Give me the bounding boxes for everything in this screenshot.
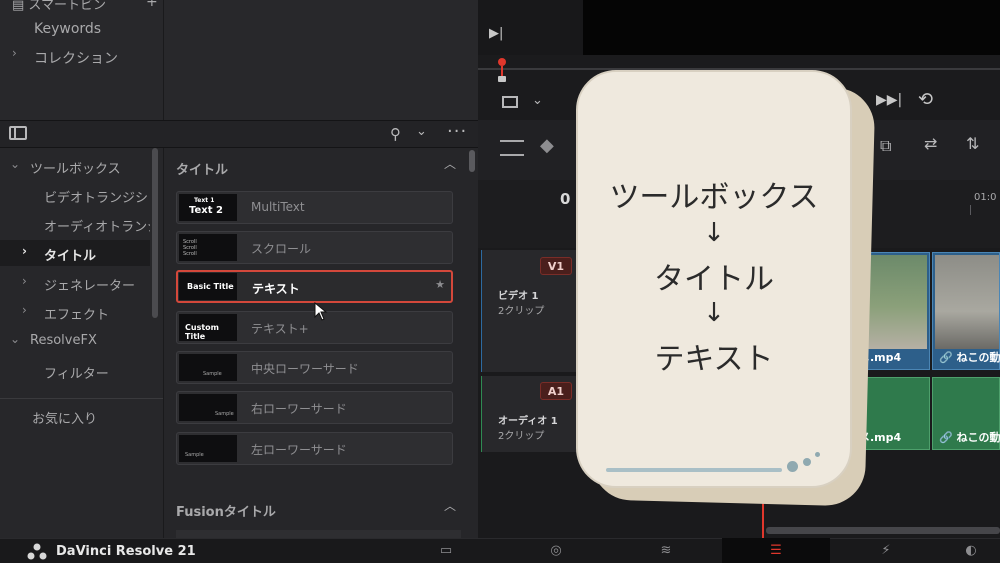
playhead-marker[interactable] — [498, 58, 506, 82]
tree-item-generators[interactable]: › ジェネレーター — [0, 270, 150, 296]
page-tab-media[interactable]: ▭ — [392, 538, 500, 563]
page-tab-edit-alt[interactable]: ≋ — [612, 538, 720, 563]
timeline-scrollbar[interactable] — [766, 527, 1000, 534]
search-icon[interactable]: ⚲ — [390, 125, 401, 143]
media-page-icon: ▭ — [439, 543, 453, 558]
title-item-multitext[interactable]: Text 1 Text 2 MultiText — [176, 191, 453, 224]
audio-track-name: オーディオ 1 — [498, 416, 558, 427]
title-thumbnail: Sample — [179, 394, 237, 421]
link-icon: 🔗 ねこの動 — [939, 431, 1000, 444]
bin-item-keywords[interactable]: Keywords — [34, 21, 101, 37]
tree-item-video-transitions[interactable]: ビデオトランジション — [0, 182, 150, 208]
crop-icon[interactable] — [502, 96, 518, 108]
chevron-down-icon[interactable]: ⌄ — [416, 124, 427, 139]
skip-end-icon[interactable]: ▶▶| — [876, 92, 902, 108]
overwrite-clip-icon[interactable]: ⧉ — [880, 136, 891, 156]
video-track-name: ビデオ 1 — [498, 291, 539, 302]
smart-bins-header[interactable]: ▤ スマートビン — [12, 0, 106, 13]
page-tab-fusion[interactable]: ⚡ — [832, 538, 940, 563]
tree-item-audio-transitions[interactable]: オーディオトランジ... — [0, 211, 150, 237]
video-track-clip-count: 2クリップ — [498, 306, 545, 317]
title-thumbnail: Basic Title — [179, 273, 237, 300]
page-tab-edit[interactable]: ☰ — [722, 538, 830, 563]
chevron-down-icon: ⌄ — [10, 157, 21, 171]
app-name: DaVinci Resolve 21 — [56, 544, 196, 559]
audio-track-clip-count: 2クリップ — [498, 431, 545, 442]
color-page-icon: ◐ — [965, 543, 977, 558]
chevron-down-icon: ⌄ — [10, 332, 21, 346]
track-badge-a1[interactable]: A1 — [540, 382, 572, 400]
card-decoration-dot — [787, 461, 798, 472]
timeline-view-icon[interactable] — [500, 140, 524, 156]
timecode-display: 0 — [560, 190, 571, 208]
diamond-icon[interactable]: ◆ — [540, 135, 554, 156]
tree-item-effects[interactable]: › エフェクト — [0, 299, 150, 325]
chevron-right-icon: › — [22, 274, 27, 288]
bin-contents — [163, 0, 478, 120]
page-tab-color[interactable]: ◐ — [942, 538, 1000, 563]
folder-icon: ▤ — [12, 0, 29, 13]
section-header-fusion-titles[interactable]: Fusionタイトル — [176, 501, 276, 520]
chevron-right-icon: › — [22, 303, 27, 317]
title-thumbnail: Text 1 Text 2 — [179, 194, 237, 221]
audio-clip[interactable]: 🔗 ねこの動 — [932, 377, 1000, 450]
cut-page-icon: ◎ — [550, 543, 562, 558]
tree-item-filters[interactable]: フィルター — [0, 358, 150, 384]
title-item-lower-third-right[interactable]: Sample 右ローワーサード — [176, 391, 453, 424]
card-line-text: テキスト — [654, 342, 774, 377]
title-item-text[interactable]: Basic Title テキスト ★ — [176, 270, 453, 303]
list-scrollbar[interactable] — [469, 150, 475, 172]
title-thumbnail: Custom Title — [179, 314, 237, 341]
fusion-page-icon: ⚡ — [881, 543, 891, 558]
chevron-right-icon: › — [22, 244, 27, 258]
panel-toggle-icon[interactable] — [9, 126, 27, 140]
down-arrow-icon: ↓ — [703, 218, 725, 248]
more-options-icon[interactable]: ··· — [447, 121, 467, 142]
title-thumbnail: Scroll Scroll Scroll — [179, 234, 237, 261]
chevron-right-icon[interactable]: › — [12, 46, 17, 60]
title-thumbnail: Sample — [179, 435, 237, 462]
card-decoration-line — [606, 468, 782, 472]
ruler-timecode: 01:0 — [974, 192, 997, 203]
replace-clip-icon[interactable]: ⇄ — [924, 134, 937, 153]
edit-page-icon: ≋ — [660, 543, 672, 558]
down-arrow-icon: ↓ — [703, 298, 725, 328]
star-icon[interactable]: ★ — [435, 278, 445, 291]
card-decoration-dot — [815, 452, 820, 457]
tree-scrollbar[interactable] — [152, 148, 158, 318]
page-tab-cut[interactable]: ◎ — [502, 538, 610, 563]
timeline-page-icon: ☰ — [770, 543, 782, 558]
resolve-logo-icon — [27, 543, 47, 560]
fusion-item-partial — [176, 530, 461, 538]
chevron-up-icon[interactable]: ︿ — [444, 497, 456, 514]
title-item-lower-third-center[interactable]: Sample 中央ローワーサード — [176, 351, 453, 384]
add-bin-icon[interactable]: + — [146, 0, 158, 10]
title-item-lower-third-left[interactable]: Sample 左ローワーサード — [176, 432, 453, 465]
ruler-tick — [970, 205, 971, 215]
track-badge-v1[interactable]: V1 — [540, 257, 572, 275]
mouse-cursor-icon — [314, 302, 328, 321]
tree-item-toolbox[interactable]: ⌄ ツールボックス — [0, 153, 150, 179]
tree-item-resolvefx[interactable]: ⌄ ResolveFX — [0, 328, 150, 354]
bin-item-collections[interactable]: コレクション — [34, 48, 118, 68]
card-line-titles: タイトル — [654, 262, 774, 297]
title-item-scroll[interactable]: Scroll Scroll Scroll スクロール — [176, 231, 453, 264]
link-icon: 🔗 ねこの動 — [939, 351, 1000, 364]
clip-thumbnail — [935, 255, 999, 349]
favorites-section[interactable]: お気に入り — [32, 408, 97, 427]
place-on-top-icon[interactable]: ⇅ — [966, 134, 979, 153]
loop-icon[interactable]: ⟲ — [918, 89, 933, 110]
viewer-screen[interactable] — [583, 0, 1000, 55]
section-header-titles[interactable]: タイトル — [176, 159, 228, 178]
card-decoration-dot — [803, 458, 811, 466]
video-clip[interactable]: 🔗 ねこの動 — [932, 252, 1000, 370]
title-thumbnail: Sample — [179, 354, 237, 381]
chevron-up-icon[interactable]: ︿ — [444, 155, 456, 172]
divider — [0, 398, 163, 399]
card-line-toolbox: ツールボックス — [609, 180, 819, 215]
tree-item-titles[interactable]: › タイトル — [0, 240, 150, 266]
chevron-down-icon[interactable]: ⌄ — [532, 93, 543, 108]
play-next-icon[interactable]: ▶| — [489, 26, 503, 41]
effects-toolbar — [0, 120, 478, 148]
